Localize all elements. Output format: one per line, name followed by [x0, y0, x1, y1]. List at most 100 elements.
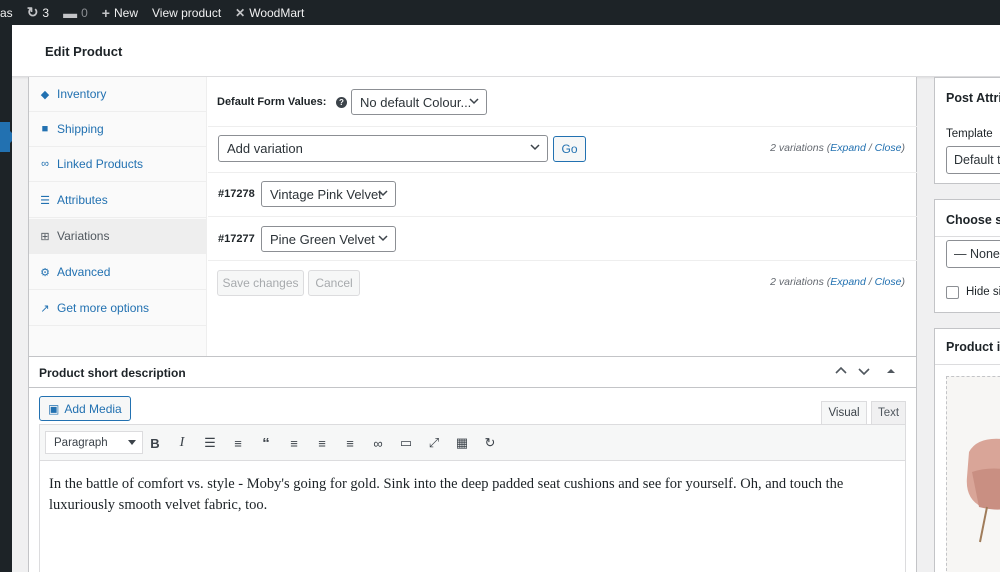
chevron-down-icon: [378, 190, 388, 197]
refresh-icon[interactable]: ↻: [480, 433, 500, 453]
comments-link[interactable]: ▬ 0: [63, 5, 88, 21]
chair-image: [966, 438, 1000, 543]
site-name-link[interactable]: as: [0, 6, 13, 20]
product-data-tabs: ◆ Inventory ■ Shipping ∞ Linked Products…: [29, 77, 207, 362]
gear-icon: ⚙: [40, 266, 50, 279]
divider: [935, 364, 1000, 365]
product-image-box: Product in: [934, 328, 1000, 572]
divider: [935, 236, 1000, 237]
woodmart-link[interactable]: ✕ WoodMart: [235, 6, 304, 20]
product-image-title: Product in: [946, 340, 1000, 354]
page-title: Edit Product: [45, 44, 123, 59]
tab-attributes[interactable]: ☰ Attributes: [29, 183, 207, 218]
new-content-link[interactable]: + New: [102, 5, 138, 21]
short-description-editor[interactable]: In the battle of comfort vs. style - Mob…: [39, 461, 906, 572]
variation-row: #17277 Pine Green Velvet: [208, 217, 917, 261]
tab-shipping[interactable]: ■ Shipping: [29, 112, 207, 147]
help-icon[interactable]: ?: [336, 97, 347, 108]
plus-icon: +: [101, 4, 110, 21]
hide-size-checkbox[interactable]: [946, 286, 959, 299]
size-guide-select[interactable]: — None: [946, 240, 1000, 268]
updates-count: 3: [42, 5, 50, 20]
add-media-button[interactable]: ▣ Add Media: [39, 396, 131, 421]
tab-visual[interactable]: Visual: [821, 401, 867, 424]
tab-get-more-options[interactable]: ↗ Get more options: [29, 291, 207, 326]
add-variation-select[interactable]: Add variation: [218, 135, 548, 162]
read-more-icon[interactable]: ▭: [396, 433, 416, 453]
page-header: Edit Product: [12, 25, 1000, 77]
view-product-link[interactable]: View product: [152, 6, 221, 20]
caret-down-icon: [128, 440, 136, 445]
bold-icon[interactable]: B: [145, 433, 165, 453]
template-label: Template: [946, 128, 993, 140]
size-guide-box: Choose siz — None Hide si: [934, 199, 1000, 313]
refresh-icon: ↻: [26, 4, 39, 20]
post-attributes-title: Post Attrib: [946, 91, 1000, 105]
close-link[interactable]: Close: [875, 142, 902, 154]
default-form-values-label: Default Form Values:: [217, 96, 327, 108]
numbered-list-icon[interactable]: ≡: [228, 433, 248, 453]
link-icon: ∞: [41, 158, 49, 170]
template-select[interactable]: Default t: [946, 146, 1000, 174]
editor-toolbar: Paragraph B I ☰ ≡ “ ≡ ≡ ≡ ∞ ▭ ⤢ ▦ ↻: [39, 424, 906, 461]
add-media-icon: ▣: [48, 401, 60, 416]
format-select[interactable]: Paragraph: [45, 431, 143, 454]
cancel-button[interactable]: Cancel: [308, 270, 360, 296]
expand-link[interactable]: Expand: [830, 276, 866, 288]
size-guide-title: Choose siz: [946, 213, 1000, 227]
align-left-icon[interactable]: ≡: [284, 433, 304, 453]
save-actions-row: Save changes Cancel 2 variations (Expand…: [208, 261, 917, 307]
move-down-icon[interactable]: [857, 364, 871, 381]
variations-count-top: 2 variations (Expand / Close): [770, 142, 905, 154]
variation-id: #17278: [218, 188, 255, 200]
go-button[interactable]: Go: [553, 136, 586, 162]
hide-size-label: Hide si: [966, 286, 1000, 298]
link-icon[interactable]: ∞: [368, 433, 388, 453]
comment-icon: ▬: [63, 4, 78, 21]
variations-panel: Default Form Values: ? No default Colour…: [208, 77, 917, 362]
plug-icon: ↗: [40, 302, 50, 315]
toolbar-toggle-icon[interactable]: ▦: [452, 433, 472, 453]
variation-attribute-select[interactable]: Pine Green Velvet: [261, 226, 396, 252]
blockquote-icon[interactable]: “: [256, 433, 276, 453]
short-description-title: Product short description: [39, 366, 186, 380]
align-right-icon[interactable]: ≡: [340, 433, 360, 453]
variation-attribute-select[interactable]: Vintage Pink Velvet: [261, 181, 396, 207]
variations-count-bottom: 2 variations (Expand / Close): [770, 276, 905, 288]
comments-count: 0: [81, 5, 88, 20]
chevron-down-icon: [469, 98, 479, 105]
product-image[interactable]: [946, 376, 1000, 572]
default-form-values-row: Default Form Values: ? No default Colour…: [208, 77, 917, 127]
tab-inventory[interactable]: ◆ Inventory: [29, 77, 207, 112]
grid-icon: ⊞: [40, 230, 50, 243]
fullscreen-icon[interactable]: ⤢: [424, 433, 444, 453]
short-description-box: Product short description ▣ Add Media Vi…: [28, 356, 917, 572]
admin-menu: [0, 25, 16, 572]
collapse-toggle-icon[interactable]: [885, 364, 897, 381]
expand-link[interactable]: Expand: [830, 142, 866, 154]
product-data-box: ◆ Inventory ■ Shipping ∞ Linked Products…: [28, 77, 917, 363]
save-changes-button[interactable]: Save changes: [217, 270, 304, 296]
bullet-list-icon[interactable]: ☰: [200, 433, 220, 453]
italic-icon[interactable]: I: [172, 433, 192, 453]
default-colour-select[interactable]: No default Colour...: [351, 89, 487, 115]
variation-id: #17277: [218, 233, 255, 245]
short-description-header: Product short description: [29, 357, 916, 388]
add-variation-row: Add variation Go 2 variations (Expand / …: [208, 127, 917, 173]
variation-row: #17278 Vintage Pink Velvet: [208, 173, 917, 217]
align-center-icon[interactable]: ≡: [312, 433, 332, 453]
woodmart-icon: ✕: [235, 5, 246, 20]
tab-variations[interactable]: ⊞ Variations: [29, 219, 207, 254]
tab-linked-products[interactable]: ∞ Linked Products: [29, 147, 207, 182]
truck-icon: ■: [41, 123, 49, 135]
chevron-down-icon: [378, 235, 388, 242]
chevron-down-icon: [530, 144, 540, 151]
admin-bar: as ↻ 3 ▬ 0 + New View product ✕ WoodMart: [0, 0, 1000, 25]
close-link[interactable]: Close: [875, 276, 902, 288]
tab-text[interactable]: Text: [871, 401, 906, 424]
list-icon: ☰: [40, 194, 50, 207]
page: Edit Product ◆ Inventory ■ Shipping ∞ Li…: [12, 25, 1000, 572]
move-up-icon[interactable]: [834, 364, 848, 381]
updates-link[interactable]: ↻ 3: [27, 4, 49, 21]
tab-advanced[interactable]: ⚙ Advanced: [29, 255, 207, 290]
